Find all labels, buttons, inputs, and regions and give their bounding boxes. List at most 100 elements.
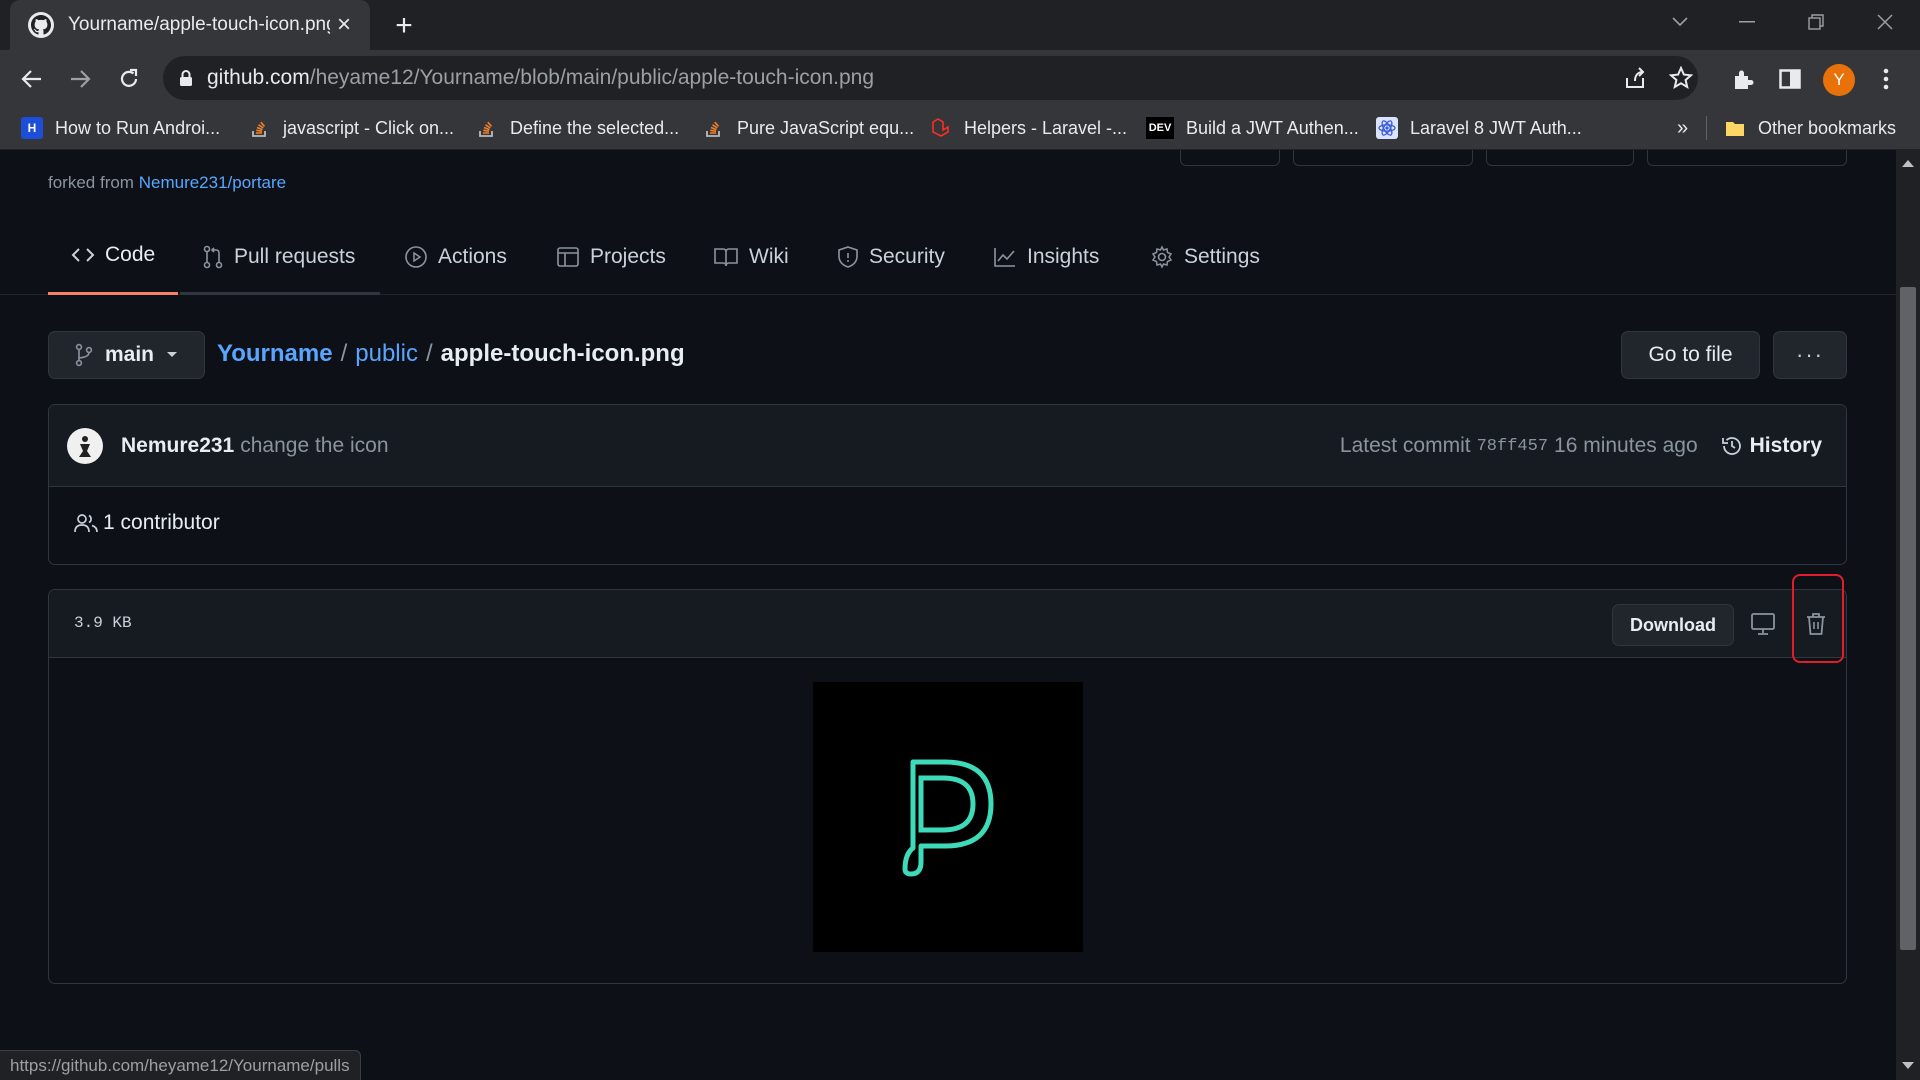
- bookmark-item[interactable]: Pure JavaScript equ...: [703, 113, 914, 143]
- bookmark-item[interactable]: Define the selected...: [476, 113, 679, 143]
- tab-strip: Yourname/apple-touch-icon.png × +: [0, 0, 1920, 50]
- active-tab[interactable]: Yourname/apple-touch-icon.png ×: [10, 0, 370, 50]
- bookmark-item[interactable]: Laravel 8 JWT Auth...: [1376, 113, 1582, 143]
- tab-wiki[interactable]: Wiki: [713, 218, 789, 295]
- history-icon: [1721, 437, 1741, 455]
- repo-action-button[interactable]: [1180, 150, 1280, 166]
- tab-projects[interactable]: Projects: [556, 218, 666, 295]
- back-icon[interactable]: [13, 60, 51, 98]
- repo-nav: Code Pull requests Actions Projects Wiki…: [0, 218, 1896, 295]
- bookmark-item[interactable]: Helpers - Laravel -...: [930, 113, 1127, 143]
- address-bar[interactable]: github.com/heyame12/Yourname/blob/main/p…: [163, 56, 1698, 100]
- commit-meta: Latest commit 78ff457 16 minutes ago His…: [1340, 405, 1822, 487]
- bookmarks-divider: [1706, 116, 1707, 140]
- forked-from-link[interactable]: Nemure231/portare: [139, 173, 286, 192]
- tab-settings[interactable]: Settings: [1150, 218, 1260, 295]
- file-header: 3.9 KB Download: [49, 590, 1846, 658]
- restore-icon[interactable]: [1786, 0, 1846, 44]
- other-bookmarks-label: Other bookmarks: [1758, 117, 1897, 138]
- tab-actions[interactable]: Actions: [404, 218, 507, 295]
- latest-commit-row: Nemure231 change the icon Latest commit …: [49, 405, 1846, 487]
- page-scrollbar[interactable]: [1896, 150, 1920, 1080]
- bookmarks-overflow-button[interactable]: »: [1677, 113, 1688, 143]
- bookmark-star-icon[interactable]: [1669, 66, 1693, 90]
- bookmark-label: Laravel 8 JWT Auth...: [1410, 117, 1582, 138]
- desktop-icon[interactable]: [1743, 604, 1783, 644]
- breadcrumb-repo-link[interactable]: Yourname: [217, 340, 333, 368]
- file-content: [49, 658, 1846, 983]
- tab-security[interactable]: Security: [837, 218, 945, 295]
- tab-label: Actions: [438, 244, 507, 268]
- tab-label: Projects: [590, 244, 666, 268]
- stackoverflow-icon: [476, 117, 498, 139]
- contributors-link[interactable]: 1 contributor: [73, 511, 220, 535]
- close-tab-icon[interactable]: ×: [330, 11, 358, 39]
- tab-insights[interactable]: Insights: [993, 218, 1099, 295]
- code-icon: [71, 248, 95, 262]
- branch-select-button[interactable]: main: [48, 331, 205, 379]
- image-preview: [813, 682, 1083, 952]
- graph-icon: [994, 247, 1015, 267]
- bookmark-item[interactable]: DEV Build a JWT Authen...: [1146, 113, 1359, 143]
- github-icon: [28, 12, 54, 38]
- history-link[interactable]: History: [1720, 434, 1822, 458]
- more-options-button[interactable]: ···: [1773, 331, 1847, 379]
- share-icon[interactable]: [1623, 66, 1647, 90]
- dev-to-icon: DEV: [1146, 117, 1174, 139]
- bookmark-label: javascript - Click on...: [283, 117, 455, 138]
- menu-icon[interactable]: [1867, 60, 1905, 98]
- caret-down-icon: [167, 352, 178, 357]
- repo-action-button[interactable]: [1293, 150, 1473, 166]
- laravel-icon: [930, 117, 952, 139]
- other-bookmarks[interactable]: Other bookmarks: [1724, 113, 1896, 143]
- tab-search-icon[interactable]: [1650, 0, 1710, 44]
- bookmark-label: Define the selected...: [510, 117, 680, 138]
- bookmarks-bar: H How to Run Androi... javascript - Clic…: [0, 106, 1920, 150]
- forked-from: forked from Nemure231/portare: [48, 173, 286, 193]
- repo-action-button[interactable]: [1647, 150, 1847, 166]
- bookmark-item[interactable]: javascript - Click on...: [249, 113, 454, 143]
- forward-icon[interactable]: [61, 60, 99, 98]
- folder-icon: [1724, 117, 1746, 139]
- minimize-icon[interactable]: [1717, 0, 1777, 44]
- new-tab-icon[interactable]: +: [385, 9, 423, 43]
- close-window-icon[interactable]: [1855, 0, 1915, 44]
- commit-box: Nemure231 change the icon Latest commit …: [48, 404, 1847, 565]
- reload-icon[interactable]: [110, 60, 148, 98]
- branch-name: main: [105, 343, 155, 366]
- tab-pull-requests[interactable]: Pull requests: [202, 218, 355, 295]
- scroll-up-icon[interactable]: [1902, 160, 1914, 167]
- breadcrumb-current-file: apple-touch-icon.png: [440, 340, 685, 367]
- bookmark-label: Helpers - Laravel -...: [964, 117, 1128, 138]
- scroll-down-icon[interactable]: [1902, 1062, 1914, 1069]
- tab-label: Wiki: [749, 244, 789, 268]
- file-viewer: 3.9 KB Download: [48, 589, 1847, 984]
- breadcrumb-folder-link[interactable]: public: [355, 340, 418, 368]
- github-page: forked from Nemure231/portare Code Pull …: [0, 150, 1896, 1080]
- avatar[interactable]: [67, 427, 103, 464]
- commit-author-link[interactable]: Nemure231: [121, 434, 234, 458]
- tab-title: Yourname/apple-touch-icon.png: [68, 14, 330, 35]
- people-icon: [74, 514, 98, 533]
- url-host: github.com: [207, 66, 310, 89]
- side-panel-icon[interactable]: [1771, 60, 1809, 98]
- go-to-file-button[interactable]: Go to file: [1621, 331, 1760, 379]
- profile-avatar[interactable]: Y: [1823, 64, 1855, 96]
- extensions-icon[interactable]: [1724, 60, 1762, 98]
- play-circle-icon: [405, 245, 427, 268]
- commit-message-link[interactable]: change the icon: [240, 434, 388, 458]
- commit-sha-link[interactable]: 78ff457: [1477, 437, 1548, 456]
- breadcrumb-separator: /: [340, 340, 348, 367]
- repo-action-button[interactable]: [1486, 150, 1634, 166]
- scrollbar-thumb[interactable]: [1900, 287, 1916, 950]
- bookmark-favicon-icon: H: [21, 117, 43, 139]
- tab-code[interactable]: Code: [48, 218, 178, 295]
- download-button[interactable]: Download: [1612, 604, 1734, 646]
- hover-underline: [180, 292, 380, 295]
- tab-label: Security: [869, 244, 945, 268]
- lock-icon[interactable]: [179, 69, 193, 87]
- shield-icon: [838, 245, 858, 268]
- contributors-label: 1 contributor: [103, 511, 220, 534]
- bookmark-item[interactable]: H How to Run Androi...: [21, 113, 220, 143]
- p-logo-icon: [902, 759, 994, 877]
